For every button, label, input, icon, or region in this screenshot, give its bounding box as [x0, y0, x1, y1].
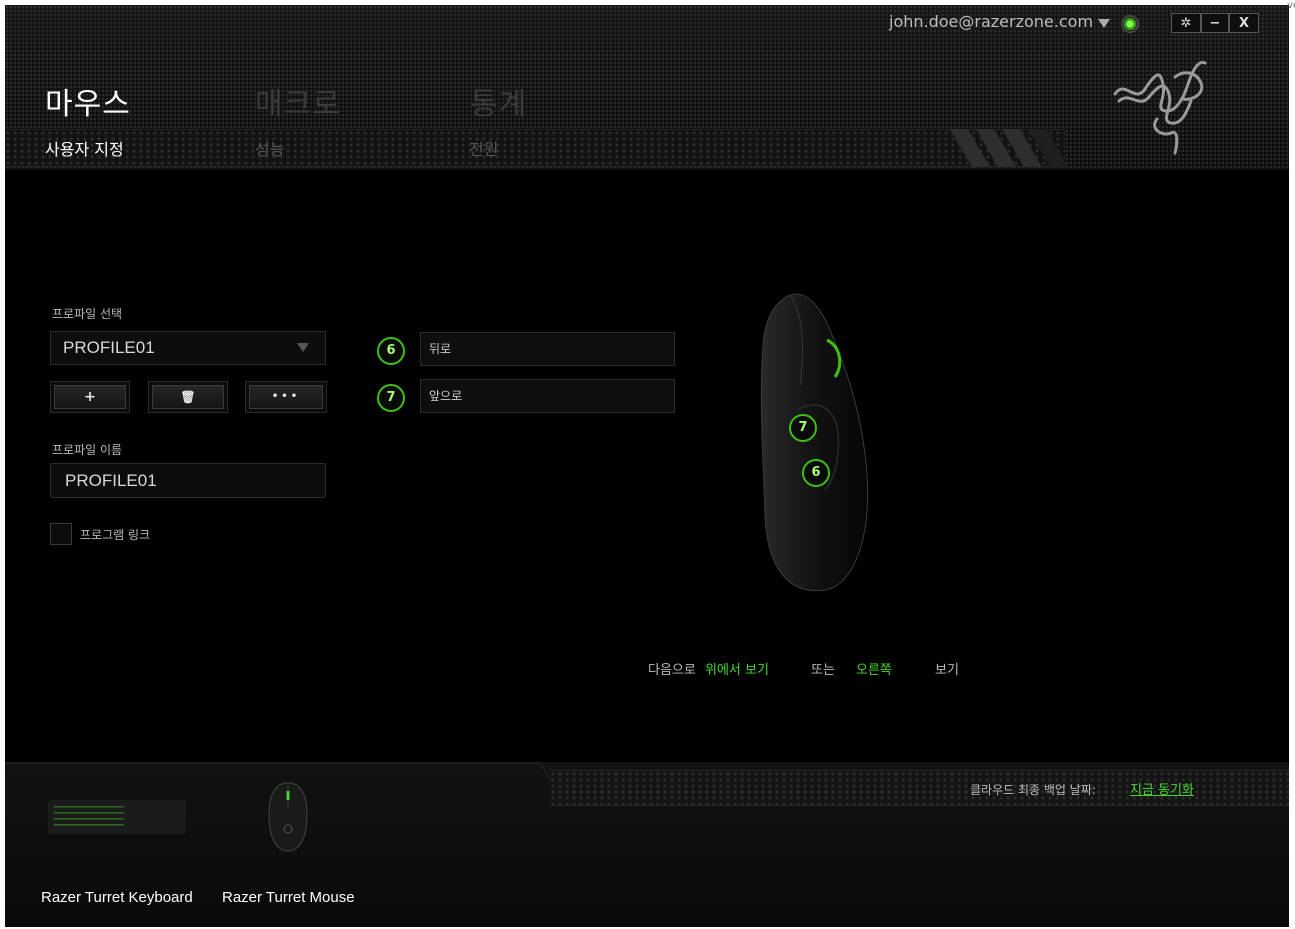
- tab-stats[interactable]: 통계: [470, 79, 527, 123]
- subtab-customize[interactable]: 사용자 지정: [45, 136, 124, 160]
- trash-icon: 🗑: [152, 385, 224, 409]
- minimize-button[interactable]: −: [1201, 13, 1229, 33]
- mouse-button-7-hotspot[interactable]: 7: [789, 414, 817, 442]
- button-6-badge[interactable]: 6: [377, 337, 405, 365]
- cloud-backup-label: 클라우드 최종 백업 날짜:: [970, 783, 1096, 797]
- edge-text: ve: [1287, 0, 1295, 11]
- keyboard-device-icon[interactable]: [48, 800, 186, 834]
- tab-macro[interactable]: 매크로: [255, 79, 341, 123]
- gear-icon: ✲: [1180, 16, 1192, 31]
- account-email[interactable]: john.doe@razerzone.com: [889, 12, 1093, 31]
- add-profile-button[interactable]: +: [50, 381, 130, 413]
- button-7-badge[interactable]: 7: [377, 384, 405, 412]
- razer-logo-icon: [1113, 60, 1207, 155]
- button-6-assignment[interactable]: 뒤로: [420, 332, 675, 366]
- mouse-side-view: [760, 293, 869, 592]
- profile-dropdown-value: PROFILE01: [63, 338, 155, 357]
- link-program-label: 프로그램 링크: [80, 528, 151, 542]
- view-or: 또는: [811, 663, 835, 678]
- mouse-device-icon[interactable]: [267, 781, 309, 853]
- view-top-link[interactable]: 위에서 보기: [705, 659, 769, 678]
- more-options-button[interactable]: •••: [245, 381, 327, 413]
- synapse-window: john.doe@razerzone.com ✲ − X 마우스 매크로 통계 …: [5, 5, 1289, 927]
- device-label-mouse[interactable]: Razer Turret Mouse: [222, 889, 355, 906]
- view-prefix: 다음으로: [648, 663, 696, 678]
- decorative-stripes: [950, 129, 1068, 167]
- view-right-link[interactable]: 오른쪽: [856, 659, 892, 678]
- subnav-bar: [5, 129, 1065, 167]
- profile-name-label: 프로파일 이름: [52, 443, 123, 457]
- settings-button[interactable]: ✲: [1171, 13, 1201, 33]
- sync-now-link[interactable]: 지금 동기화: [1130, 779, 1194, 798]
- button-7-assignment[interactable]: 앞으로: [420, 379, 675, 413]
- link-program-checkbox[interactable]: [50, 523, 72, 545]
- device-label-keyboard[interactable]: Razer Turret Keyboard: [41, 889, 193, 906]
- delete-profile-button[interactable]: 🗑: [148, 381, 228, 413]
- profile-dropdown[interactable]: PROFILE01: [50, 331, 326, 365]
- subtab-power[interactable]: 전원: [469, 136, 498, 160]
- view-suffix: 보기: [935, 663, 959, 678]
- account-dropdown-icon[interactable]: [1098, 19, 1110, 28]
- profile-name-input[interactable]: PROFILE01: [50, 463, 326, 498]
- chevron-down-icon: [297, 343, 309, 352]
- tab-mouse[interactable]: 마우스: [45, 79, 131, 123]
- close-button[interactable]: X: [1229, 13, 1259, 33]
- mouse-button-6-hotspot[interactable]: 6: [802, 459, 830, 487]
- profile-select-label: 프로파일 선택: [52, 307, 123, 321]
- online-status-icon: [1121, 15, 1139, 33]
- subtab-performance[interactable]: 성능: [255, 136, 284, 160]
- ellipsis-icon: •••: [249, 385, 323, 409]
- plus-icon: +: [54, 385, 126, 409]
